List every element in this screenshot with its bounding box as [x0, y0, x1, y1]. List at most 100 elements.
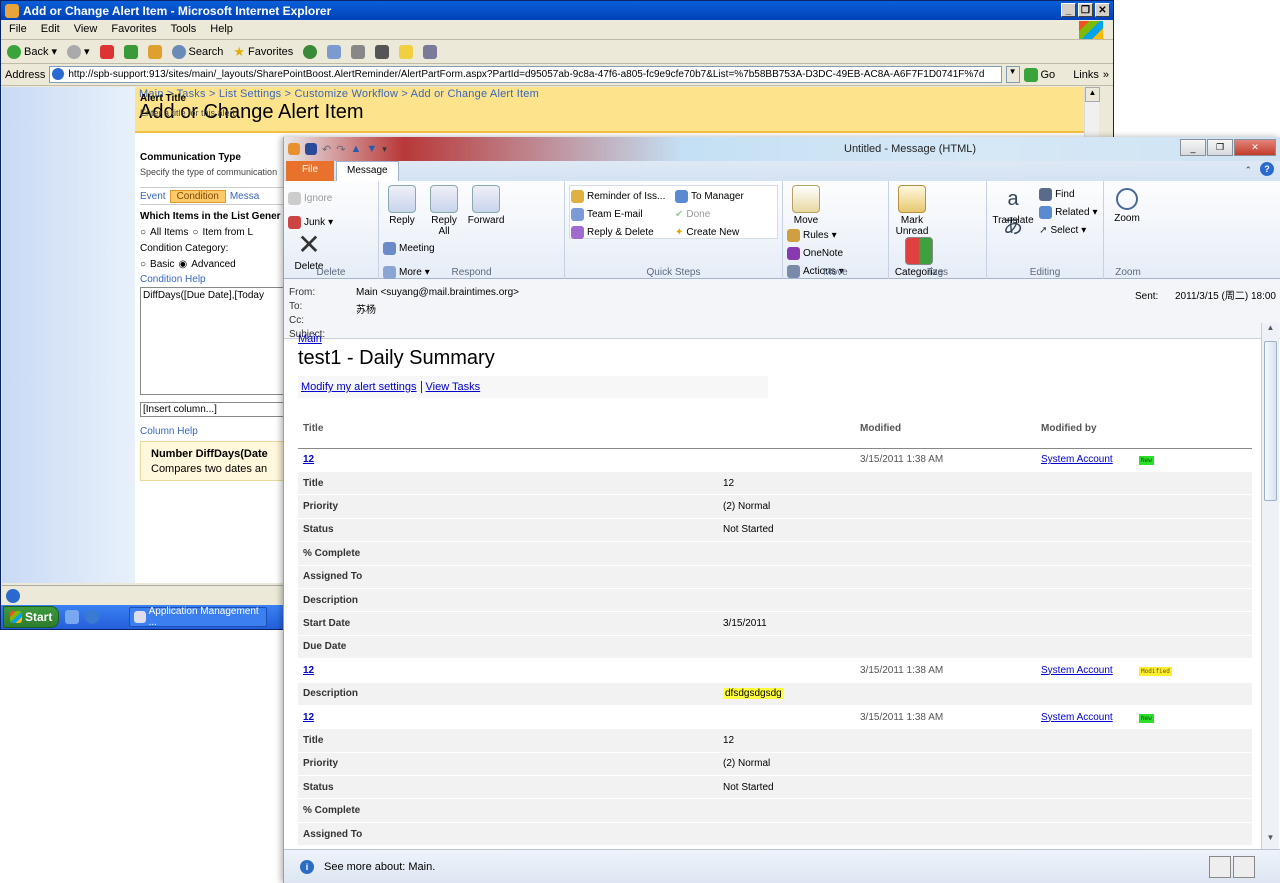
done-check-icon: ✔ — [675, 208, 684, 220]
start-button[interactable]: Start — [3, 606, 60, 628]
radio-item-from[interactable]: ○ — [192, 227, 198, 238]
message-scrollbar[interactable]: ▲ ▼ — [1261, 323, 1279, 849]
discuss-icon[interactable] — [399, 44, 414, 59]
column-help-link[interactable]: Column Help — [140, 426, 290, 437]
reply-all-button[interactable]: Reply All — [425, 185, 463, 237]
to-value[interactable]: 苏杨 — [356, 301, 376, 316]
field-name: Assigned To — [298, 565, 723, 589]
taskbar-app-button[interactable]: Application Management ... — [129, 606, 268, 628]
avatar[interactable] — [1209, 856, 1231, 878]
refresh-icon[interactable] — [123, 44, 138, 59]
stop-icon[interactable] — [99, 44, 114, 59]
mark-unread-button[interactable]: Mark Unread — [893, 185, 931, 237]
quickstep-reply-delete[interactable]: Reply & Delete — [571, 223, 675, 241]
translate-button[interactable]: aあ Translate — [991, 185, 1035, 238]
find-button[interactable]: Find — [1039, 185, 1098, 203]
customize-qat-icon[interactable]: ▾ — [382, 144, 387, 155]
tab-message[interactable]: Message — [336, 161, 399, 181]
item-link[interactable]: 12 — [303, 454, 314, 465]
delete-button[interactable]: ✕ Delete — [290, 231, 328, 273]
ol-minimize-button[interactable]: _ — [1180, 139, 1206, 156]
scroll-down-icon[interactable]: ▼ — [1262, 833, 1279, 849]
address-input[interactable]: http://spb-support:913/sites/main/_layou… — [49, 66, 1002, 83]
scrollbar-thumb[interactable] — [1264, 341, 1277, 501]
quicklaunch-ie-icon[interactable] — [85, 610, 100, 624]
zoom-button[interactable]: Zoom — [1108, 185, 1146, 224]
address-dropdown-icon[interactable]: ▼ — [1005, 66, 1020, 83]
modified-by-link[interactable]: System Account — [1041, 454, 1113, 465]
forward-button[interactable]: Forward — [467, 185, 505, 226]
print-icon[interactable] — [351, 44, 366, 59]
menu-tools[interactable]: Tools — [171, 23, 197, 36]
favorites-button[interactable]: ★ Favorites — [233, 44, 293, 60]
avatar[interactable] — [1233, 856, 1255, 878]
radio-all-items[interactable]: ○ — [140, 227, 146, 238]
go-button[interactable]: Go — [1023, 67, 1055, 82]
search-button[interactable]: Search — [171, 44, 223, 59]
from-value[interactable]: Main <suyang@mail.braintimes.org> — [356, 287, 519, 298]
tab-file[interactable]: File — [286, 161, 334, 181]
ol-restore-button[interactable]: ❐ — [1207, 139, 1233, 156]
quicklaunch-explorer-icon[interactable] — [65, 610, 80, 624]
down-arrow-icon[interactable]: ▼ — [366, 143, 377, 155]
site-link[interactable]: Main — [298, 333, 322, 345]
redo-icon[interactable]: ↷ — [336, 143, 345, 156]
condition-help-link[interactable]: Condition Help — [140, 274, 290, 285]
view-tasks-link[interactable]: View Tasks — [426, 381, 481, 393]
minimize-button[interactable]: _ — [1061, 3, 1076, 17]
menu-help[interactable]: Help — [210, 23, 233, 36]
item-link[interactable]: 12 — [303, 712, 314, 723]
select-button[interactable]: ➚ Select ▾ — [1039, 221, 1098, 239]
back-label: Back — [24, 45, 49, 58]
mail-icon[interactable] — [327, 44, 342, 59]
tab-condition[interactable]: Condition — [169, 189, 226, 203]
home-icon[interactable] — [147, 44, 162, 59]
related-button[interactable]: Related ▾ — [1039, 203, 1098, 221]
item-link[interactable]: 12 — [303, 665, 314, 676]
ol-close-button[interactable]: ✕ — [1234, 139, 1276, 156]
items-radio-group: ○ All Items ○ Item from L — [140, 227, 290, 238]
scroll-up-icon[interactable]: ▲ — [1085, 87, 1100, 102]
restore-button[interactable]: ❐ — [1078, 3, 1093, 17]
save-icon[interactable] — [305, 143, 317, 155]
modify-alert-settings-link[interactable]: Modify my alert settings — [301, 381, 417, 393]
scroll-up-icon[interactable]: ▲ — [1262, 323, 1279, 339]
links-button[interactable]: Links — [1073, 69, 1099, 81]
tab-event[interactable]: Event — [140, 191, 166, 202]
move-button[interactable]: Move — [787, 185, 825, 226]
condition-formula-input[interactable]: DiffDays([Due Date],[Today — [140, 287, 288, 395]
history-icon[interactable] — [303, 44, 318, 59]
menu-view[interactable]: View — [74, 23, 98, 36]
edit-icon[interactable] — [375, 44, 390, 59]
close-button[interactable]: ✕ — [1095, 3, 1110, 17]
help-icon[interactable]: ? — [1260, 162, 1274, 176]
quickstep-reminder[interactable]: Reminder of Iss... — [571, 187, 675, 205]
links-chevron-icon[interactable]: » — [1103, 69, 1109, 81]
quickstep-create-new[interactable]: ✦ Create New — [675, 223, 779, 241]
tab-message[interactable]: Messa — [230, 191, 259, 202]
quickstep-done[interactable]: ✔ Done — [675, 205, 779, 223]
quickstep-team-email[interactable]: Team E-mail — [571, 205, 675, 223]
onenote-button[interactable]: OneNote — [787, 244, 844, 262]
up-arrow-icon[interactable]: ▲ — [350, 143, 361, 155]
radio-advanced[interactable]: ◉ — [179, 259, 188, 270]
menu-file[interactable]: File — [9, 23, 27, 36]
forward-button[interactable]: ▾ — [67, 44, 90, 59]
quickstep-to-manager[interactable]: To Manager — [675, 187, 779, 205]
messenger-icon[interactable] — [423, 44, 438, 59]
modified-by-link[interactable]: System Account — [1041, 712, 1113, 723]
translate-label: Translate — [992, 215, 1034, 226]
menu-favorites[interactable]: Favorites — [111, 23, 156, 36]
ribbon-collapse-icon[interactable]: ⌃ — [1244, 165, 1252, 176]
reply-button[interactable]: Reply — [383, 185, 421, 226]
modified-by-link[interactable]: System Account — [1041, 665, 1113, 676]
ignore-button[interactable]: Ignore — [288, 189, 333, 207]
rules-button[interactable]: Rules ▾ — [787, 226, 844, 244]
menu-edit[interactable]: Edit — [41, 23, 60, 36]
radio-basic[interactable]: ○ — [140, 259, 146, 270]
undo-icon[interactable]: ↶ — [322, 143, 331, 156]
meeting-button[interactable]: Meeting — [383, 239, 435, 257]
back-button[interactable]: Back ▾ — [7, 44, 57, 59]
insert-column-select[interactable]: [Insert column...] — [140, 402, 288, 417]
reply-all-icon — [430, 185, 459, 213]
